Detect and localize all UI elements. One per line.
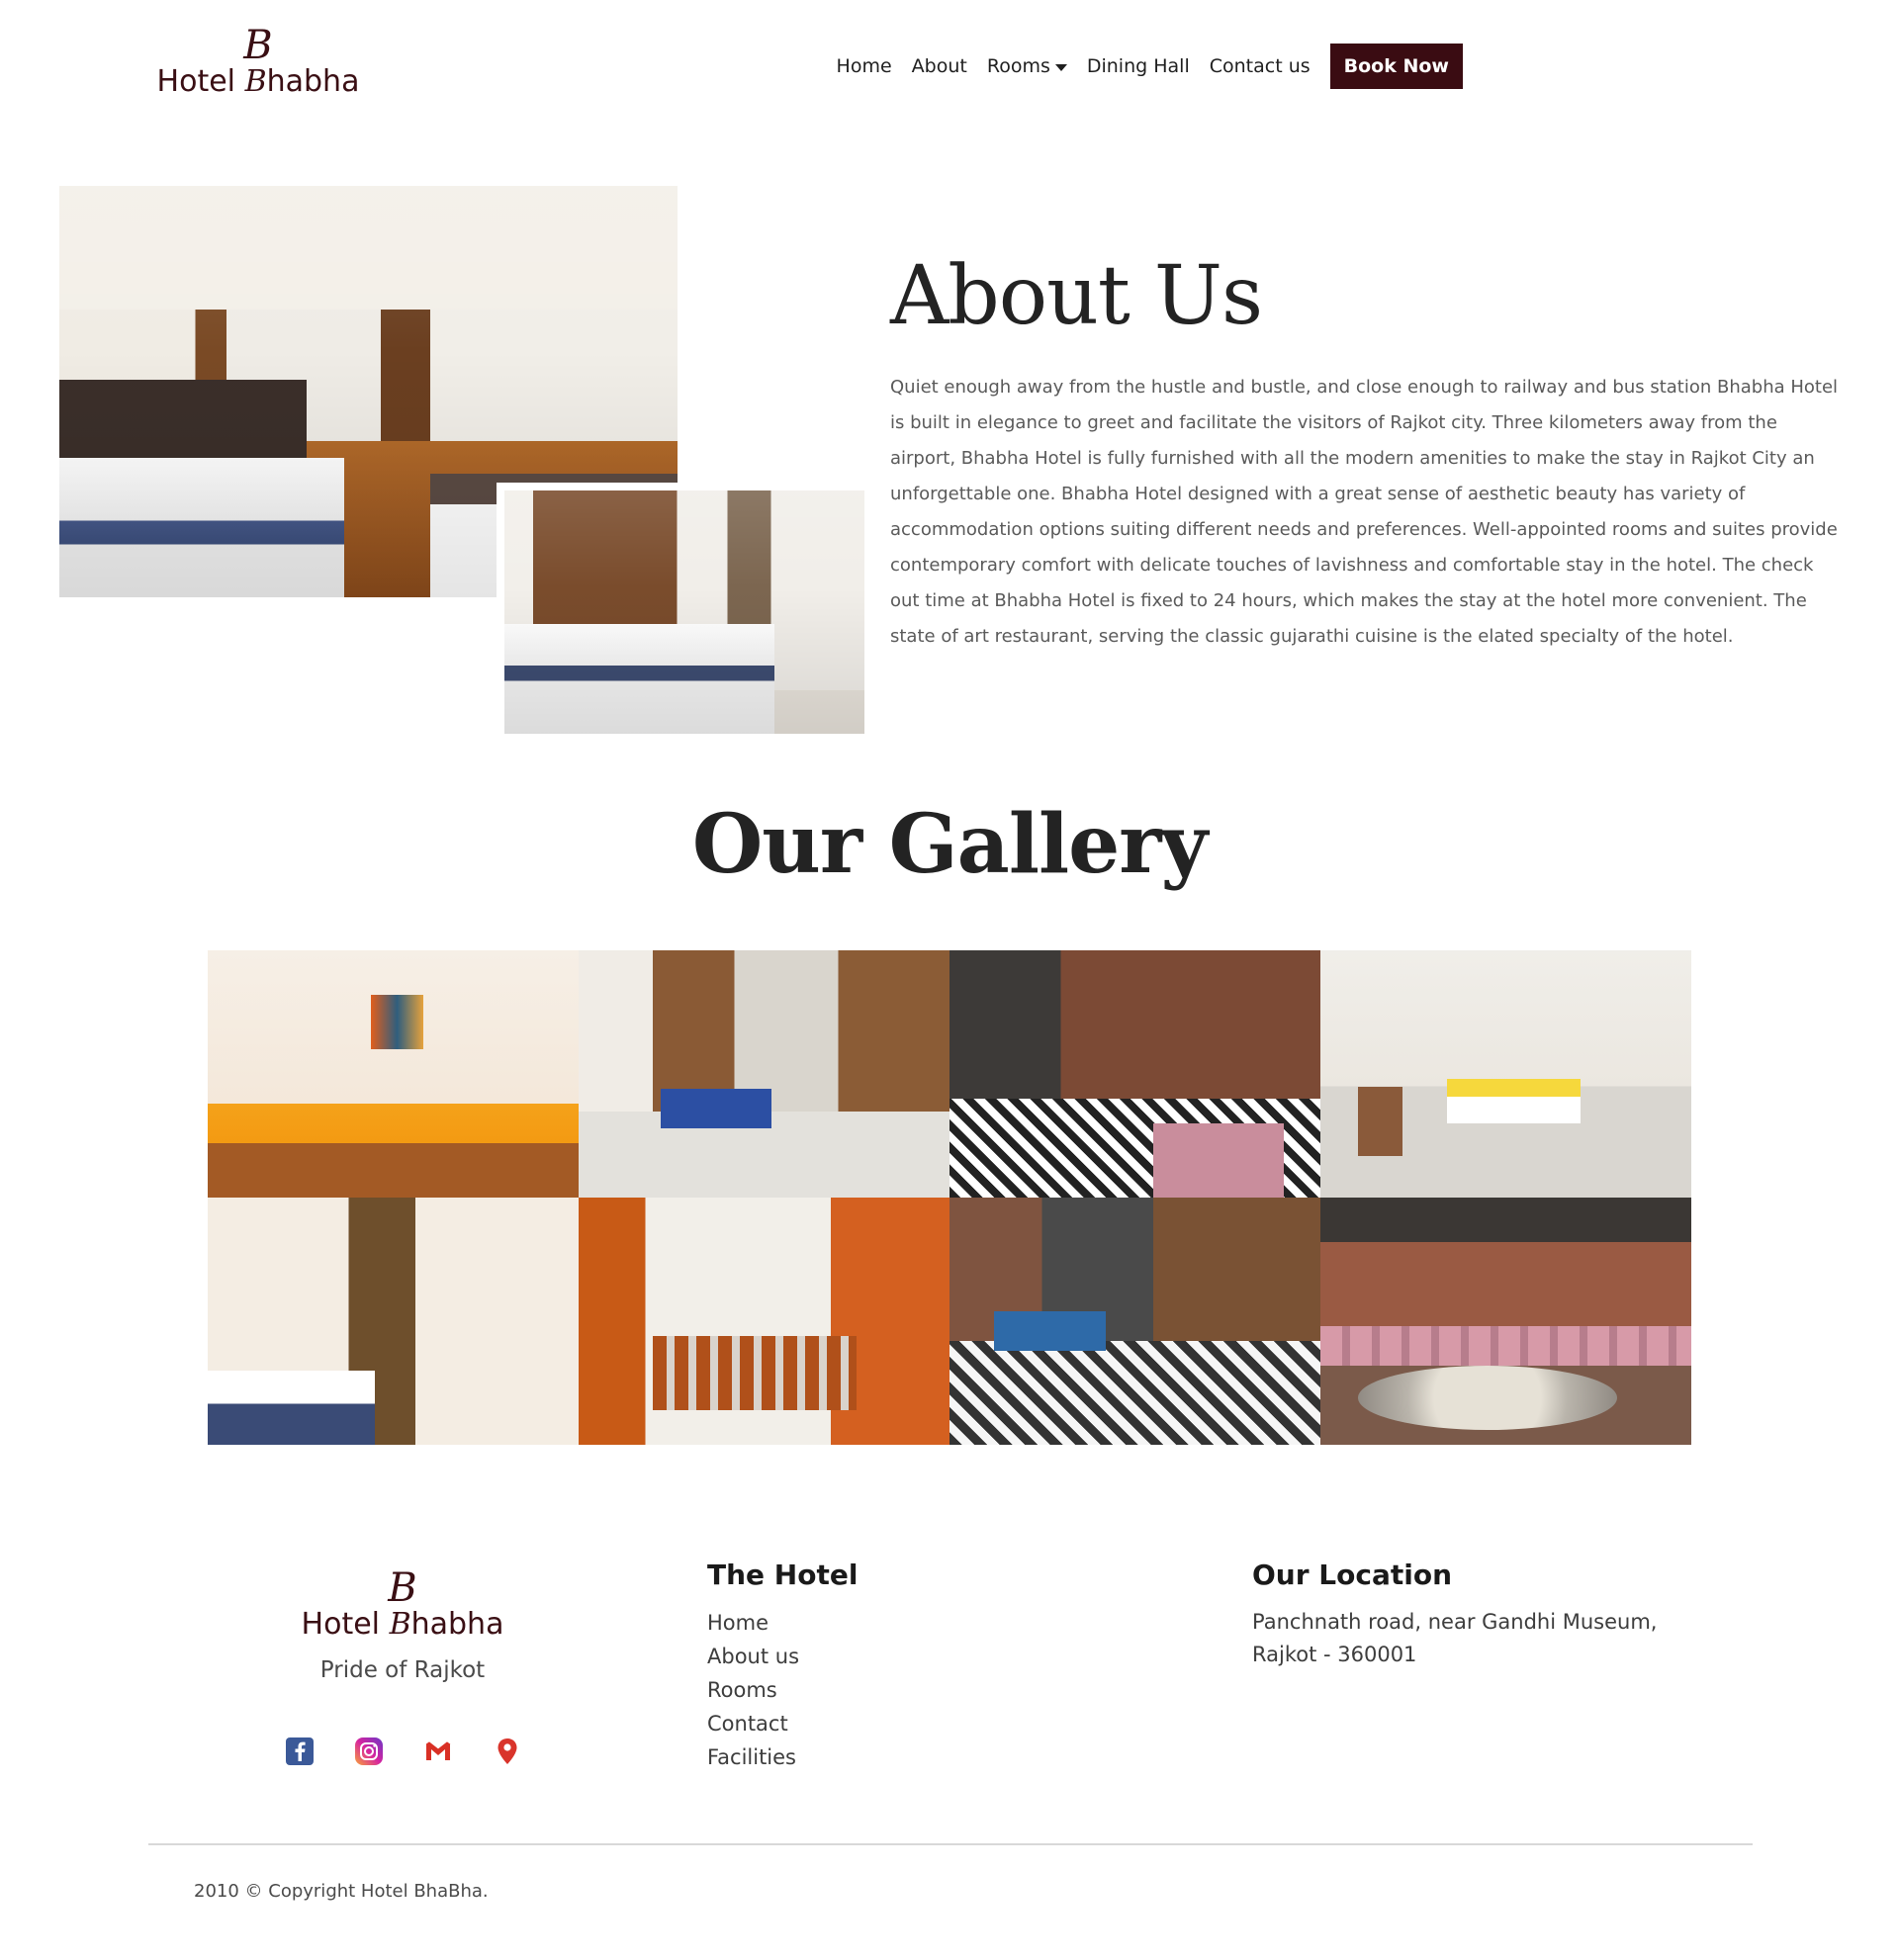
nav-rooms-dropdown[interactable]: Rooms xyxy=(987,55,1067,77)
gallery-photo-restaurant[interactable] xyxy=(950,950,1320,1198)
footer-logo[interactable]: B Hotel Bhabha xyxy=(301,1568,504,1642)
gallery-photo-conference-room[interactable] xyxy=(208,950,579,1198)
photo-chairs xyxy=(653,1336,858,1410)
hotel-logo[interactable]: B Hotel Bhabha xyxy=(156,26,360,99)
footer-hotel-title: The Hotel xyxy=(707,1559,859,1591)
logo-wordmark: Hotel Bhabha xyxy=(301,1607,504,1642)
book-now-button[interactable]: Book Now xyxy=(1329,44,1463,89)
facebook-icon[interactable] xyxy=(285,1737,315,1766)
about-description: Quiet enough away from the hustle and bu… xyxy=(890,377,1839,647)
footer-link-rooms[interactable]: Rooms xyxy=(707,1673,799,1707)
gallery-title: Our Gallery xyxy=(691,797,1208,892)
photo-floor xyxy=(504,689,864,734)
logo-monogram: B xyxy=(388,1565,417,1611)
gmail-icon[interactable] xyxy=(423,1737,453,1766)
photo-seating xyxy=(1153,1123,1284,1198)
gallery-photo-thali-dining[interactable] xyxy=(1320,1198,1691,1445)
photo-floor xyxy=(950,1341,1320,1445)
gallery-photo-seminar-hall[interactable] xyxy=(579,1198,950,1445)
about-title: About Us xyxy=(890,249,1263,343)
nav-about[interactable]: About xyxy=(912,55,967,77)
photo-artwork xyxy=(371,995,423,1049)
photo-seating xyxy=(1320,1326,1691,1366)
footer-link-home[interactable]: Home xyxy=(707,1606,799,1640)
gallery-photo-guest-room[interactable] xyxy=(208,1198,579,1445)
gallery-photo-banquet-hall[interactable] xyxy=(1320,950,1691,1198)
logo-monogram: B xyxy=(243,23,273,68)
photo-podium xyxy=(1357,1086,1402,1156)
footer-divider xyxy=(148,1843,1753,1845)
gallery-photo-dining-hall[interactable] xyxy=(950,1198,1320,1445)
logo-wordmark: Hotel Bhabha xyxy=(156,64,360,99)
footer-link-contact[interactable]: Contact xyxy=(707,1707,799,1740)
footer-address: Panchnath road, near Gandhi Museum, Rajk… xyxy=(1252,1610,1658,1666)
photo-bed xyxy=(504,624,774,734)
footer-link-about[interactable]: About us xyxy=(707,1640,799,1673)
instagram-icon[interactable] xyxy=(354,1737,384,1766)
caret-down-icon xyxy=(1054,63,1067,71)
nav-rooms-label: Rooms xyxy=(986,55,1050,77)
about-room-photo-small xyxy=(497,483,872,742)
copyright-text: 2010 © Copyright Hotel BhaBha. xyxy=(194,1881,489,1902)
photo-thali xyxy=(1357,1366,1617,1430)
footer-link-facilities[interactable]: Facilities xyxy=(707,1740,799,1774)
footer-tagline: Pride of Rajkot xyxy=(319,1657,486,1683)
photo-booth xyxy=(994,1311,1106,1351)
photo-table xyxy=(1446,1079,1581,1123)
nav-home[interactable]: Home xyxy=(837,55,892,77)
footer-hotel-links: Home About us Rooms Contact Facilities xyxy=(707,1606,799,1774)
photo-bed xyxy=(208,1371,375,1445)
photo-sofa xyxy=(660,1089,771,1128)
footer-location-title: Our Location xyxy=(1252,1559,1453,1591)
nav-contact[interactable]: Contact us xyxy=(1210,55,1311,77)
map-pin-icon[interactable] xyxy=(493,1737,522,1766)
photo-headboard xyxy=(59,379,307,462)
main-nav: Home About Rooms Dining Hall Contact us … xyxy=(837,44,1463,89)
social-links xyxy=(285,1737,522,1766)
gallery-grid xyxy=(208,950,1691,1445)
nav-dining-hall[interactable]: Dining Hall xyxy=(1087,55,1190,77)
gallery-photo-lobby[interactable] xyxy=(579,950,950,1198)
photo-bed xyxy=(59,457,344,597)
